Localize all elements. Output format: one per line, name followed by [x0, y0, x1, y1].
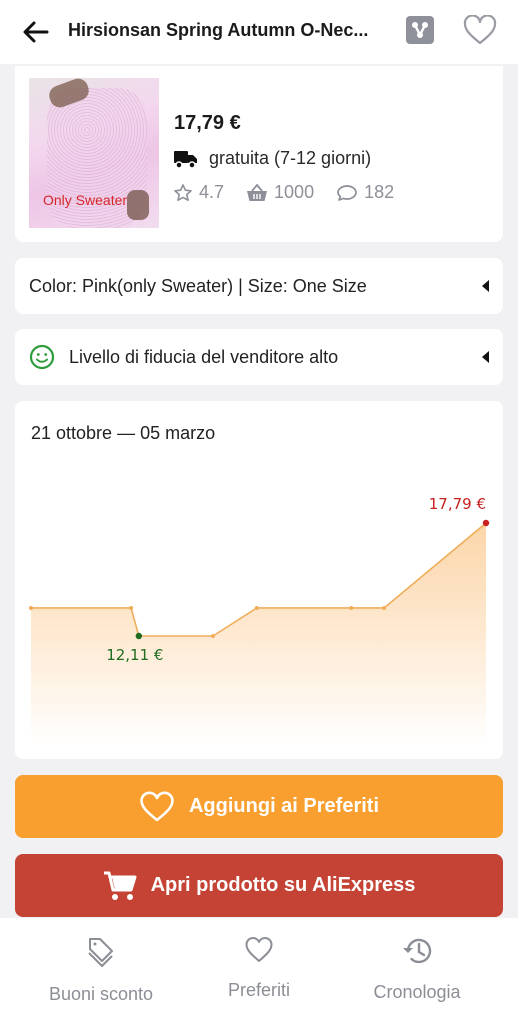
variant-text: Color: Pink(only Sweater) | Size: One Si…	[29, 275, 367, 296]
product-image[interactable]: Only Sweater	[29, 78, 159, 228]
max-price-label: 17,79 €	[429, 495, 486, 513]
share-icon	[412, 22, 428, 38]
variant-selector[interactable]: Color: Pink(only Sweater) | Size: One Si…	[15, 258, 503, 314]
price-point	[129, 605, 134, 610]
max-price-point	[482, 519, 490, 527]
shipping-text: gratuita (7-12 giorni)	[209, 148, 372, 168]
nav-label-history: Cronologia	[373, 982, 461, 1002]
product-price: 17,79 €	[174, 112, 241, 134]
arrow-left-icon	[23, 21, 49, 43]
price-history-card: 21 ottobre — 05 marzo 12,11 € 17,79 €	[15, 401, 503, 759]
reviews-value: 182	[364, 182, 395, 202]
tag-icon	[88, 938, 113, 967]
truck-icon	[174, 150, 197, 169]
rating-stat: 4.7	[173, 182, 224, 203]
rating-value: 4.7	[199, 182, 225, 202]
seller-trust-text: Livello di fiducia del venditore alto	[69, 346, 339, 367]
min-price-point	[135, 632, 143, 640]
heart-outline-icon	[463, 15, 497, 45]
open-aliexpress-label: Apri prodotto su AliExpress	[150, 874, 416, 896]
shipping-info: gratuita (7-12 giorni)	[173, 148, 371, 169]
nav-item-history[interactable]: Cronologia	[331, 936, 503, 1003]
nav-item-coupons[interactable]: Buoni sconto	[15, 936, 187, 1005]
price-point	[254, 605, 259, 610]
nav-label-favorites: Preferiti	[227, 980, 290, 1000]
orders-value: 1000	[274, 182, 315, 202]
add-to-favorites-label: Aggiungi ai Preferiti	[188, 795, 380, 817]
price-area	[31, 523, 486, 746]
price-point	[382, 605, 387, 610]
page-title: Hirsionsan Spring Autumn O-Nec...	[68, 20, 369, 40]
share-button[interactable]	[406, 16, 434, 44]
cart-icon	[103, 871, 137, 900]
reviews-stat: 182	[336, 182, 394, 203]
price-point	[211, 634, 215, 638]
seller-trust-row[interactable]: Livello di fiducia del venditore alto	[15, 329, 503, 385]
add-to-favorites-button[interactable]: Aggiungi ai Preferiti	[15, 775, 503, 838]
min-price-label: 12,11 €	[106, 646, 163, 664]
smiley-icon	[29, 344, 55, 370]
star-icon	[174, 183, 192, 201]
top-app-bar: Hirsionsan Spring Autumn O-Nec...	[0, 0, 518, 64]
open-aliexpress-button[interactable]: Apri prodotto su AliExpress	[15, 854, 503, 917]
caret-left-icon	[482, 351, 489, 363]
nav-item-favorites[interactable]: Preferiti	[173, 936, 345, 1001]
orders-stat: 1000	[246, 182, 314, 203]
product-summary-card[interactable]: Only Sweater 17,79 € gratuita (7-12 gior…	[15, 66, 503, 242]
bottom-navigation: Buoni sconto Preferiti Cronologia	[0, 918, 518, 1024]
product-stats: 4.7 1000 182	[173, 182, 416, 203]
heart-outline-icon	[140, 791, 174, 821]
price-point	[29, 605, 33, 610]
price-history-chart: 12,11 € 17,79 €	[29, 495, 490, 746]
caret-left-icon	[482, 280, 489, 292]
nav-label-coupons: Buoni sconto	[48, 984, 154, 1004]
favorite-toggle[interactable]	[462, 14, 498, 46]
basket-icon	[247, 183, 268, 201]
price-point	[349, 605, 354, 610]
heart-icon	[245, 937, 273, 962]
image-caption: Only Sweater	[43, 192, 128, 208]
back-button[interactable]	[20, 16, 52, 48]
image-hand	[127, 190, 149, 220]
history-icon	[403, 938, 432, 964]
comment-icon	[337, 184, 357, 201]
